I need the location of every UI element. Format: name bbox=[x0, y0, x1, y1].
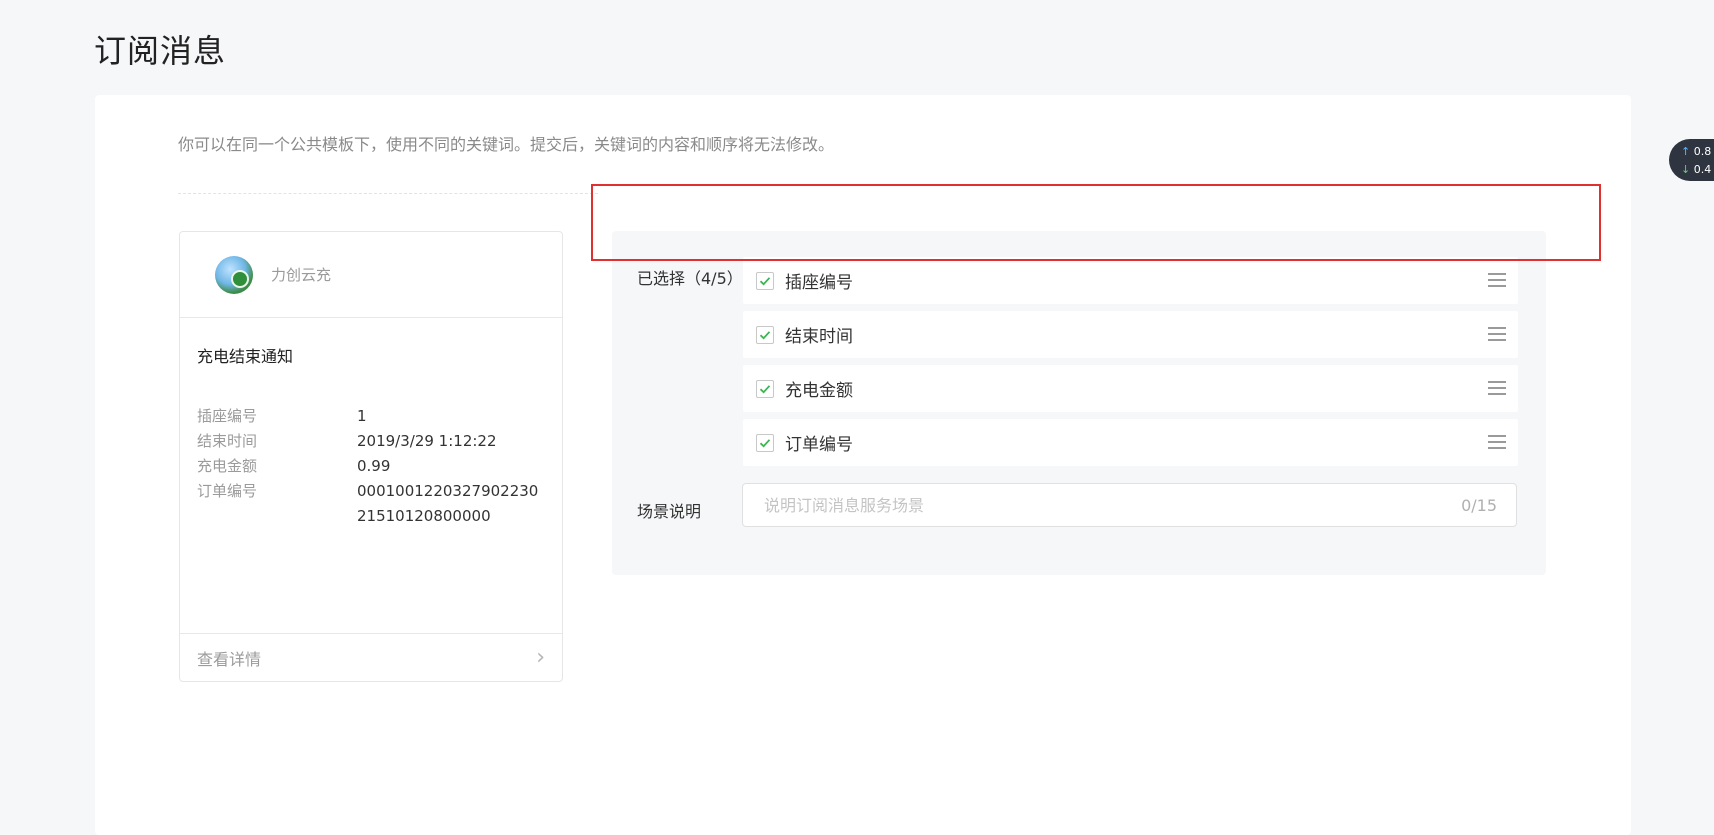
view-details-link[interactable]: 查看详情 › bbox=[180, 633, 562, 681]
hint-text: 你可以在同一个公共模板下，使用不同的关键词。提交后，关键词的内容和顺序将无法修改… bbox=[178, 135, 835, 154]
view-details-label: 查看详情 bbox=[197, 649, 262, 669]
preview-field-row: 插座编号 1 bbox=[197, 404, 542, 429]
field-label: 结束时间 bbox=[197, 432, 258, 450]
keyword-label: 结束时间 bbox=[785, 327, 853, 347]
divider bbox=[178, 193, 598, 194]
page-title: 订阅消息 bbox=[94, 32, 227, 70]
preview-field-row: 充电金额 0.99 bbox=[197, 454, 542, 479]
check-icon bbox=[759, 384, 771, 393]
drag-handle-icon[interactable] bbox=[1488, 381, 1506, 395]
annotation-highlight-box bbox=[591, 184, 1601, 261]
field-value: 2019/3/29 1:12:22 bbox=[357, 432, 497, 450]
char-counter: 0/15 bbox=[1461, 495, 1497, 515]
check-icon bbox=[759, 330, 771, 339]
network-speed-widget[interactable]: ↑ 0.8 ↓ 0.4 bbox=[1669, 139, 1714, 181]
message-preview-card: 力创云充 充电结束通知 插座编号 1 结束时间 2019/3/29 1:12:2… bbox=[179, 231, 563, 682]
preview-field-row: 结束时间 2019/3/29 1:12:22 bbox=[197, 429, 542, 454]
message-title: 充电结束通知 bbox=[197, 347, 294, 366]
download-value: 0.4 bbox=[1693, 163, 1712, 176]
field-label: 插座编号 bbox=[197, 407, 258, 425]
scene-label: 场景说明 bbox=[637, 502, 702, 521]
keyword-label: 订单编号 bbox=[785, 435, 853, 455]
checkbox[interactable] bbox=[756, 271, 774, 290]
keyword-item[interactable]: 充电金额 bbox=[743, 365, 1518, 412]
checkbox[interactable] bbox=[756, 325, 774, 344]
field-value: 000100122032790223021510120800000 bbox=[357, 482, 539, 525]
keyword-list: 插座编号 结束时间 充电金额 订单编号 bbox=[743, 257, 1518, 473]
preview-field-row: 订单编号 000100122032790223021510120800000 bbox=[197, 479, 542, 529]
drag-handle-icon[interactable] bbox=[1488, 273, 1506, 287]
keyword-item[interactable]: 订单编号 bbox=[743, 419, 1518, 466]
scene-description-input[interactable] bbox=[762, 494, 1462, 516]
arrow-up-icon: ↑ bbox=[1681, 145, 1691, 158]
preview-fields: 插座编号 1 结束时间 2019/3/29 1:12:22 充电金额 0.99 … bbox=[197, 404, 542, 529]
upload-speed: ↑ 0.8 bbox=[1681, 143, 1714, 161]
field-label: 订单编号 bbox=[197, 482, 258, 500]
selected-count-label: 已选择（4/5） bbox=[637, 269, 743, 288]
field-label: 充电金额 bbox=[197, 457, 258, 475]
preview-header: 力创云充 bbox=[180, 232, 562, 318]
scene-description-field[interactable]: 0/15 bbox=[742, 483, 1517, 527]
app-avatar bbox=[215, 255, 253, 294]
drag-handle-icon[interactable] bbox=[1488, 327, 1506, 341]
app-name: 力创云充 bbox=[271, 266, 332, 284]
field-value: 0.99 bbox=[357, 457, 391, 475]
keyword-editor-panel: 已选择（4/5） 插座编号 结束时间 充电金额 订单编号 场景说明 说明订阅消息… bbox=[612, 231, 1546, 575]
checkbox[interactable] bbox=[756, 379, 774, 398]
drag-handle-icon[interactable] bbox=[1488, 435, 1506, 449]
download-speed: ↓ 0.4 bbox=[1681, 161, 1714, 179]
keyword-label: 插座编号 bbox=[785, 273, 853, 293]
keyword-label: 充电金额 bbox=[785, 381, 853, 401]
keyword-item[interactable]: 结束时间 bbox=[743, 311, 1518, 358]
checkbox[interactable] bbox=[756, 433, 774, 452]
keyword-item[interactable]: 插座编号 bbox=[743, 257, 1518, 304]
upload-value: 0.8 bbox=[1693, 145, 1712, 158]
check-icon bbox=[759, 276, 771, 285]
chevron-right-icon: › bbox=[536, 644, 545, 670]
field-value: 1 bbox=[357, 407, 367, 425]
arrow-down-icon: ↓ bbox=[1681, 163, 1691, 176]
check-icon bbox=[759, 438, 771, 447]
